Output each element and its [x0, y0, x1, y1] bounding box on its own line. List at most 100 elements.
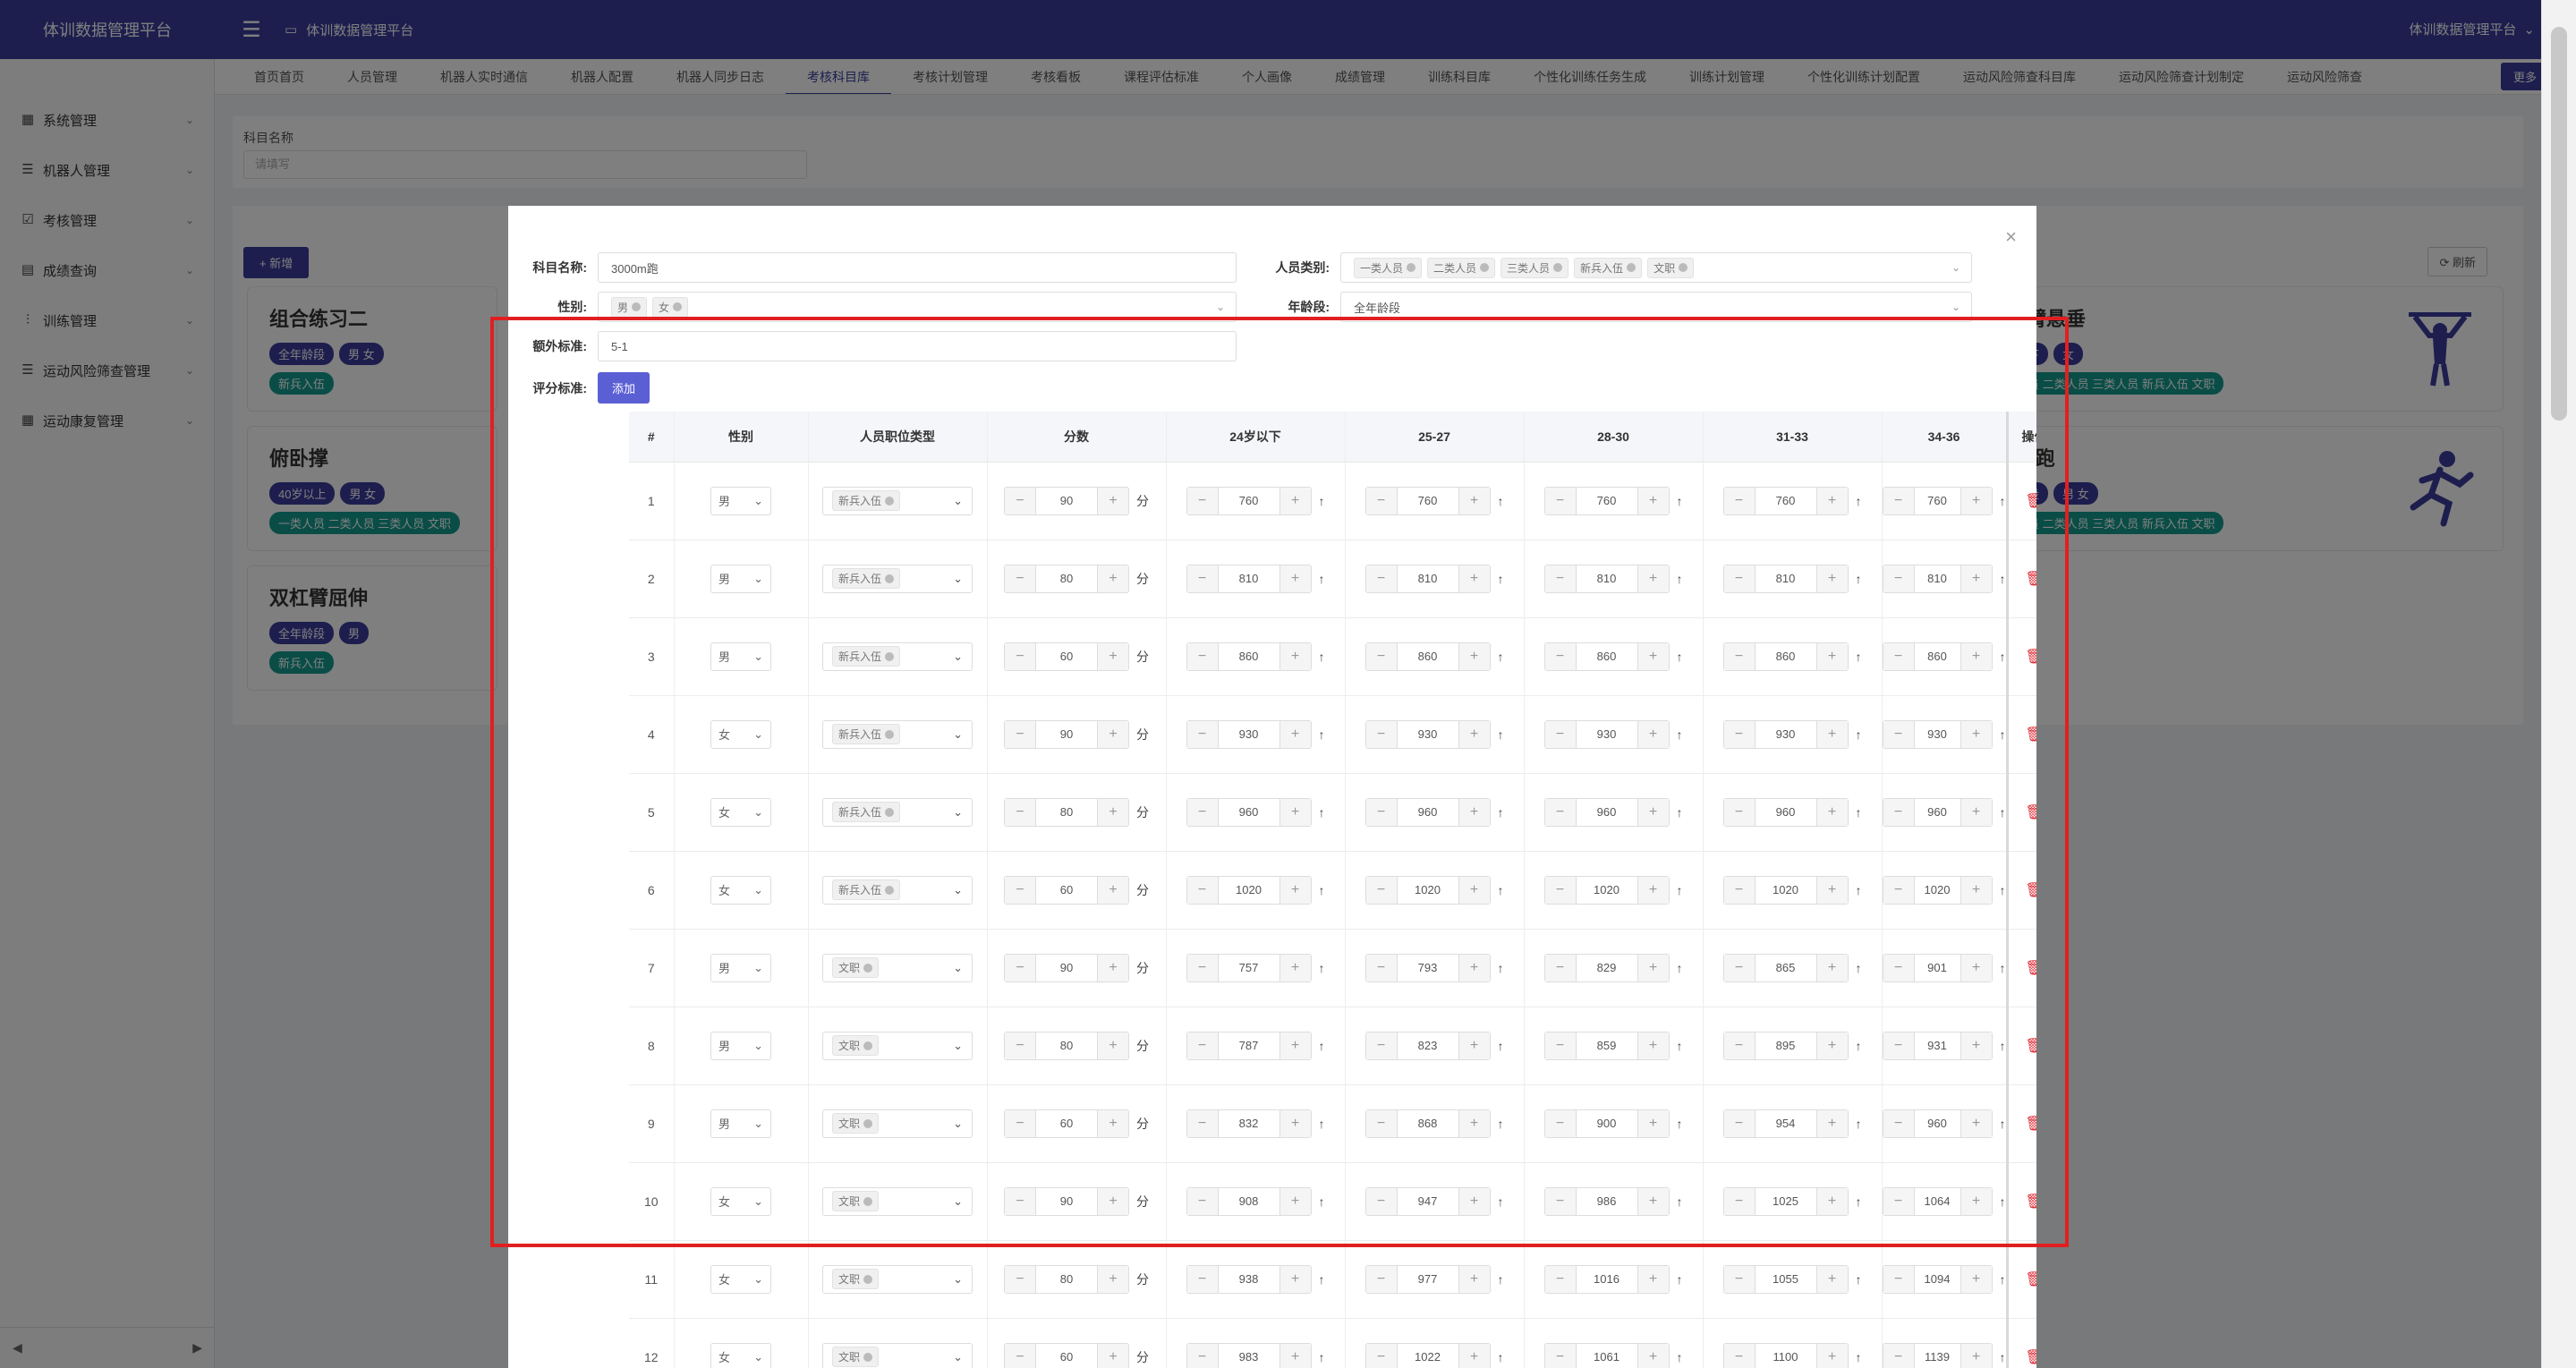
decrement-button[interactable]: −	[1883, 1265, 1914, 1293]
increment-button[interactable]: +	[1279, 1265, 1311, 1293]
remove-chip-icon[interactable]	[673, 302, 683, 311]
chip-label: 三类人员	[1507, 261, 1551, 275]
increment-button[interactable]: +	[1637, 1343, 1669, 1368]
increment-button[interactable]: +	[1458, 1343, 1490, 1368]
number-value[interactable]: 938	[1217, 1265, 1280, 1293]
number-stepper[interactable]: − 1022 +	[1365, 1342, 1491, 1368]
number-stepper[interactable]: − 80 +	[1004, 1264, 1129, 1294]
personnel-chip[interactable]: 文职	[1647, 257, 1695, 278]
number-field-wrap: − 1139 + ↑	[1882, 1342, 2006, 1368]
chip-label: 文职	[1654, 261, 1676, 275]
remove-chip-icon[interactable]	[863, 1352, 873, 1362]
number-stepper[interactable]: − 60 +	[1004, 1342, 1129, 1368]
chevron-down-icon: ⌄	[753, 1349, 763, 1364]
page-scrollbar[interactable]	[2541, 0, 2576, 1368]
number-value[interactable]: 1022	[1396, 1343, 1459, 1368]
remove-chip-icon[interactable]	[1407, 263, 1416, 272]
position-chip[interactable]: 文职	[832, 1347, 880, 1367]
decrement-button[interactable]: −	[1544, 1265, 1576, 1293]
increment-button[interactable]: +	[1960, 1343, 1992, 1368]
position-chip[interactable]: 文职	[832, 1269, 880, 1289]
decrement-button[interactable]: −	[1005, 1265, 1035, 1293]
personnel-chip[interactable]: 新兵入伍	[1574, 257, 1643, 278]
remove-chip-icon[interactable]	[632, 302, 642, 311]
number-value[interactable]: 1139	[1913, 1343, 1961, 1368]
up-arrow-icon: ↑	[1999, 1271, 2006, 1287]
decrement-button[interactable]: −	[1544, 1343, 1576, 1368]
increment-button[interactable]: +	[1816, 1343, 1848, 1368]
number-stepper[interactable]: − 1139 +	[1882, 1342, 1993, 1368]
remove-chip-icon[interactable]	[1627, 263, 1637, 272]
number-value[interactable]: 1016	[1575, 1265, 1638, 1293]
increment-button[interactable]: +	[1458, 1265, 1490, 1293]
scrollbar-thumb[interactable]	[2551, 27, 2567, 421]
number-field-wrap: − 977 + ↑	[1346, 1264, 1524, 1294]
age-value: 全年龄段	[1354, 301, 1401, 315]
remove-chip-icon[interactable]	[1679, 263, 1688, 272]
number-stepper[interactable]: − 1061 +	[1543, 1342, 1670, 1368]
trash-icon[interactable]: 🗑	[2025, 1350, 2036, 1365]
decrement-button[interactable]: −	[1365, 1343, 1397, 1368]
increment-button[interactable]: +	[1960, 1265, 1992, 1293]
remove-chip-icon[interactable]	[1553, 263, 1563, 272]
increment-button[interactable]: +	[1098, 1265, 1128, 1293]
number-value[interactable]: 1094	[1913, 1265, 1961, 1293]
gender-chip[interactable]: 女	[652, 296, 689, 318]
subject-name-input[interactable]: 3000m跑	[598, 252, 1237, 283]
number-value[interactable]: 983	[1217, 1343, 1280, 1368]
increment-button[interactable]: +	[1279, 1343, 1311, 1368]
position-type-select[interactable]: 文职 ⌄	[822, 1342, 973, 1368]
increment-button[interactable]: +	[1637, 1265, 1669, 1293]
number-field-wrap: − 1055 + ↑	[1704, 1264, 1882, 1294]
decrement-button[interactable]: −	[1186, 1265, 1218, 1293]
decrement-button[interactable]: −	[1883, 1343, 1914, 1368]
chevron-down-icon: ⌄	[953, 1271, 963, 1286]
close-icon[interactable]: ×	[2005, 225, 2017, 249]
number-stepper[interactable]: − 1055 +	[1722, 1264, 1849, 1294]
gender-chip[interactable]: 男	[611, 296, 648, 318]
personnel-select[interactable]: 一类人员 二类人员 三类人员 新兵入伍 文职 ⌄	[1340, 252, 1972, 283]
number-stepper[interactable]: − 1100 +	[1722, 1342, 1849, 1368]
number-stepper[interactable]: − 1016 +	[1543, 1264, 1670, 1294]
decrement-button[interactable]: −	[1005, 1343, 1035, 1368]
number-value[interactable]: 1061	[1575, 1343, 1638, 1368]
decrement-button[interactable]: −	[1365, 1265, 1397, 1293]
number-value[interactable]: 60	[1035, 1343, 1098, 1368]
number-field-wrap: − 1022 + ↑	[1346, 1342, 1524, 1368]
gender-select[interactable]: 女 ⌄	[710, 1264, 771, 1294]
up-arrow-icon: ↑	[1999, 1349, 2006, 1364]
number-value[interactable]: 977	[1396, 1265, 1459, 1293]
up-arrow-icon: ↑	[1855, 1349, 1862, 1364]
score-unit: 分	[1136, 1349, 1149, 1364]
trash-icon[interactable]: 🗑	[2025, 1272, 2036, 1287]
increment-button[interactable]: +	[1098, 1343, 1128, 1368]
up-arrow-icon: ↑	[1676, 1349, 1683, 1364]
number-stepper[interactable]: − 983 +	[1186, 1342, 1312, 1368]
number-stepper[interactable]: − 1094 +	[1882, 1264, 1993, 1294]
up-arrow-icon: ↑	[1318, 1271, 1325, 1287]
number-value[interactable]: 80	[1035, 1265, 1098, 1293]
increment-button[interactable]: +	[1816, 1265, 1848, 1293]
up-arrow-icon: ↑	[1497, 1349, 1504, 1364]
decrement-button[interactable]: −	[1723, 1343, 1755, 1368]
gender-label: 性别:	[557, 300, 587, 314]
number-value[interactable]: 1100	[1754, 1343, 1817, 1368]
number-field-wrap: − 1094 + ↑	[1882, 1264, 2006, 1294]
personnel-row: 人员类别: 一类人员 二类人员 三类人员 新兵入伍 文职 ⌄	[1251, 252, 1972, 283]
gender-select[interactable]: 女 ⌄	[710, 1342, 771, 1368]
number-stepper[interactable]: − 977 +	[1365, 1264, 1491, 1294]
number-stepper[interactable]: − 938 +	[1186, 1264, 1312, 1294]
decrement-button[interactable]: −	[1723, 1265, 1755, 1293]
personnel-chip[interactable]: 一类人员	[1354, 257, 1423, 278]
remove-chip-icon[interactable]	[1480, 263, 1490, 272]
table-row: 12 女 ⌄ 文职 ⌄ − 60 + 分 − 983 + ↑ − 1022 + ↑ − …	[629, 1318, 2036, 1368]
decrement-button[interactable]: −	[1186, 1343, 1218, 1368]
row-index: 11	[629, 1240, 675, 1319]
number-value[interactable]: 1055	[1754, 1265, 1817, 1293]
personnel-chip[interactable]: 三类人员	[1501, 257, 1569, 278]
personnel-label: 人员类别:	[1275, 260, 1330, 275]
personnel-chip[interactable]: 二类人员	[1427, 257, 1496, 278]
position-type-select[interactable]: 文职 ⌄	[822, 1264, 973, 1294]
remove-chip-icon[interactable]	[863, 1274, 873, 1284]
number-field-wrap: − 60 + 分	[988, 1342, 1166, 1368]
